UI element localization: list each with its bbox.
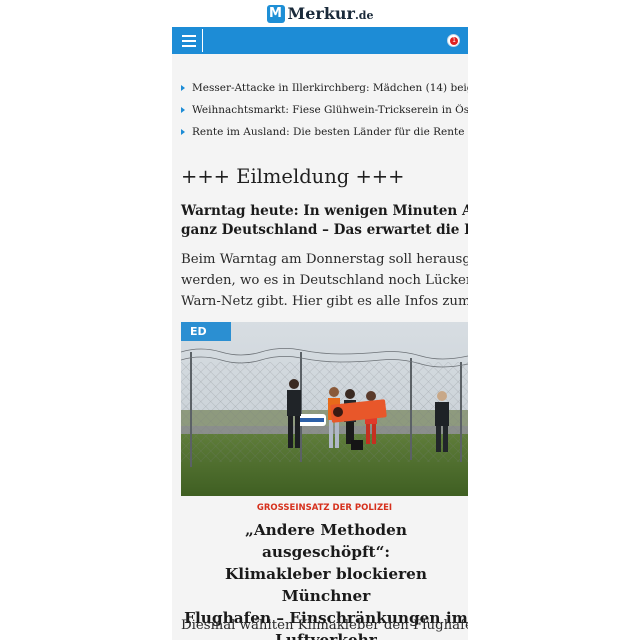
bell-icon[interactable]: 1 — [447, 34, 460, 47]
headline-line: „Andere Methoden ausgeschöpft“: — [245, 521, 407, 561]
teaser-link[interactable]: Rente im Ausland: Die besten Länder für … — [181, 121, 468, 143]
article-photo — [181, 322, 468, 496]
article-kicker: GROSSEINSATZ DER POLIZEI — [256, 503, 393, 513]
teaser-link-label: Messer-Attacke in Illerkirchberg: Mädche… — [192, 82, 468, 94]
ed-badge: ED — [181, 322, 231, 341]
article-image[interactable]: ED — [181, 322, 468, 496]
notification-badge: 1 — [450, 37, 458, 45]
headline-line: Klimakleber blockieren Münchner — [224, 565, 428, 605]
logo-bar: M Merkur.de — [172, 0, 468, 27]
logo-text: Merkur — [287, 4, 355, 23]
merkur-logo-icon[interactable]: M — [266, 4, 285, 23]
mobile-page: M Merkur.de 1 Messer-Attacke in Illerkir… — [172, 0, 468, 640]
teaser-link[interactable]: Messer-Attacke in Illerkirchberg: Mädche… — [181, 77, 468, 99]
nav-bar: 1 — [172, 27, 468, 54]
teaser-link-label: Weihnachtsmarkt: Fiese Glühwein-Trickser… — [192, 104, 468, 116]
arrow-right-icon — [181, 107, 185, 113]
arrow-right-icon — [181, 85, 185, 91]
teaser-link[interactable]: Weihnachtsmarkt: Fiese Glühwein-Trickser… — [181, 99, 468, 121]
breaking-news-body: Beim Warntag am Donnerstag soll herausge… — [181, 249, 468, 312]
site-logo[interactable]: Merkur.de — [288, 4, 374, 23]
arrow-right-icon — [181, 129, 185, 135]
breaking-body-line: werden, wo es in Deutschland noch Lücken… — [181, 273, 468, 288]
breaking-news-title[interactable]: Warntag heute: In wenigen Minuten Alarm … — [181, 202, 468, 240]
breaking-title-line: Warntag heute: In wenigen Minuten Alarm — [181, 203, 468, 219]
teaser-link-label: Rente im Ausland: Die besten Länder für … — [192, 126, 468, 138]
article-teaser: Diesmal wählten Klimakleber den Flughafe… — [181, 618, 468, 633]
logo-tld: .de — [354, 9, 374, 22]
teaser-link-list: Messer-Attacke in Illerkirchberg: Mädche… — [172, 54, 468, 143]
breaking-body-line: Beim Warntag am Donnerstag soll herausge… — [181, 252, 468, 267]
breaking-title-line: ganz Deutschland – Das erwartet die Bürg… — [181, 222, 468, 238]
breaking-body-line: Warn-Netz gibt. Hier gibt es alle Infos … — [181, 294, 468, 309]
hamburger-icon[interactable] — [175, 29, 203, 52]
breaking-news-heading: +++ Eilmeldung +++ — [181, 165, 405, 188]
